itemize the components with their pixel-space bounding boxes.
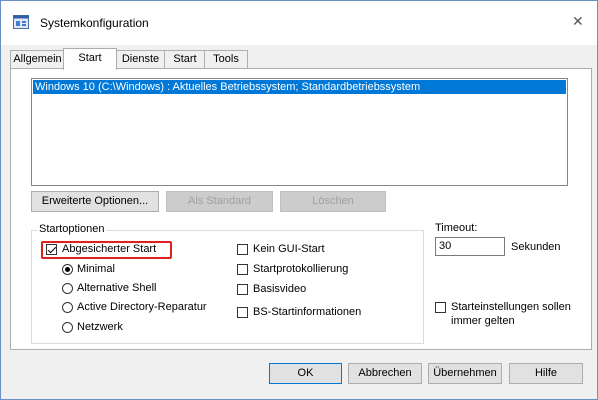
radio-ad-repair[interactable] [62, 302, 73, 313]
radio-alternate-shell-label: Alternative Shell [77, 282, 157, 294]
set-default-button[interactable]: Als Standard [166, 191, 273, 212]
cancel-button[interactable]: Abbrechen [348, 363, 422, 384]
boot-log-label: Startprotokollierung [253, 263, 349, 275]
help-button[interactable]: Hilfe [509, 363, 583, 384]
radio-ad-repair-label: Active Directory-Reparatur [77, 301, 207, 313]
advanced-options-button[interactable]: Erweiterte Optionen... [31, 191, 159, 212]
timeout-label: Timeout: [435, 222, 478, 234]
delete-button[interactable]: Löschen [280, 191, 386, 212]
close-icon[interactable]: ✕ [572, 12, 584, 30]
title-bar: Systemkonfiguration ✕ [1, 1, 597, 45]
timeout-unit: Sekunden [511, 241, 561, 253]
radio-minimal-label: Minimal [77, 263, 115, 275]
base-video-label: Basisvideo [253, 283, 307, 295]
os-boot-info-checkbox[interactable] [237, 307, 248, 318]
base-video-checkbox[interactable] [237, 284, 248, 295]
apply-button[interactable]: Übernehmen [428, 363, 502, 384]
ok-button[interactable]: OK [269, 363, 342, 384]
boot-tab-page: Windows 10 (C:\Windows) : Aktuelles Betr… [10, 68, 592, 350]
list-item[interactable]: Windows 10 (C:\Windows) : Aktuelles Betr… [33, 80, 566, 94]
tab-services[interactable]: Dienste [115, 50, 166, 68]
system-configuration-window: Systemkonfiguration ✕ Allgemein Start Di… [0, 0, 598, 400]
boot-os-list[interactable]: Windows 10 (C:\Windows) : Aktuelles Betr… [31, 78, 568, 186]
safe-boot-checkbox[interactable] [46, 244, 57, 255]
safe-boot-label: Abgesicherter Start [62, 243, 157, 255]
os-boot-info-label: BS-Startinformationen [253, 306, 362, 318]
msconfig-icon [13, 15, 29, 29]
radio-network-label: Netzwerk [77, 321, 123, 333]
make-permanent-label-line1: Starteinstellungen sollen [451, 301, 571, 313]
no-gui-boot-label: Kein GUI-Start [253, 243, 325, 255]
no-gui-boot-checkbox[interactable] [237, 244, 248, 255]
tab-tools[interactable]: Tools [204, 50, 248, 68]
timeout-input[interactable]: 30 [435, 237, 505, 256]
boot-options-label: Startoptionen [37, 223, 107, 235]
tab-general[interactable]: Allgemein [10, 50, 65, 68]
radio-network[interactable] [62, 322, 73, 333]
radio-minimal[interactable] [62, 264, 73, 275]
window-title: Systemkonfiguration [40, 16, 149, 30]
make-permanent-label-line2: immer gelten [451, 315, 515, 327]
boot-log-checkbox[interactable] [237, 264, 248, 275]
tab-boot[interactable]: Start [63, 48, 117, 70]
make-permanent-checkbox[interactable] [435, 302, 446, 313]
radio-alternate-shell[interactable] [62, 283, 73, 294]
tab-startup[interactable]: Start [164, 50, 206, 68]
